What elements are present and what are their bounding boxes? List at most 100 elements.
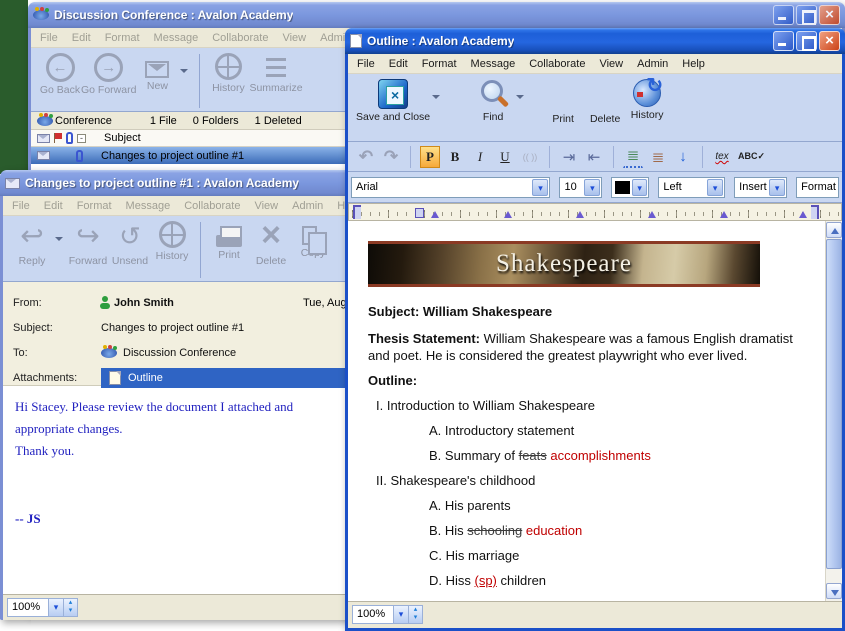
menu-item-format[interactable]: Format — [77, 200, 112, 212]
toolbar-copy-button[interactable]: Copy — [292, 221, 334, 259]
scroll-up-icon[interactable] — [826, 222, 842, 238]
redo-icon[interactable]: ↷ — [381, 146, 401, 168]
toolbar-summarize-button[interactable]: Summarize — [249, 53, 302, 94]
tab-stop[interactable] — [720, 211, 728, 218]
menu-item-file[interactable]: File — [357, 58, 375, 70]
tab-stop[interactable] — [431, 211, 439, 218]
toolbar-button-label: Print — [552, 113, 574, 125]
format-select[interactable]: Format — [796, 177, 839, 198]
plain-style-button[interactable]: P — [420, 146, 440, 168]
scrollbar-thumb[interactable] — [826, 239, 842, 569]
menu-item-message[interactable]: Message — [154, 32, 199, 44]
underline-button[interactable]: U — [495, 146, 515, 168]
menu-item-view[interactable]: View — [254, 200, 278, 212]
menu-item-admin[interactable]: Admin — [292, 200, 323, 212]
outline-text: A. His parents — [429, 498, 511, 513]
zoom-control[interactable]: 100% ▾ ▴▾ — [7, 598, 78, 617]
vertical-scrollbar[interactable] — [825, 221, 842, 601]
maximize-button[interactable] — [796, 31, 817, 51]
close-button[interactable] — [819, 5, 840, 25]
subject-column-label[interactable]: Subject — [104, 132, 141, 144]
menu-item-message[interactable]: Message — [471, 58, 516, 70]
left-margin-marker[interactable] — [353, 205, 361, 219]
tab-stop[interactable] — [799, 211, 807, 218]
font-size-select[interactable]: 10 ▾ — [559, 177, 602, 198]
insert-select[interactable]: Insert ▾ — [734, 177, 787, 198]
dropdown-arrow-icon[interactable] — [516, 95, 524, 99]
menu-item-message[interactable]: Message — [126, 200, 171, 212]
zoom-dropdown-icon[interactable]: ▾ — [393, 606, 408, 623]
menu-item-file[interactable]: File — [40, 32, 58, 44]
document-editor[interactable]: Shakespeare Subject: William Shakespeare… — [348, 221, 825, 601]
toolbar-print-button[interactable]: Print — [542, 79, 584, 125]
font-family-select[interactable]: Arial ▾ — [351, 177, 550, 198]
dropdown-arrow-icon[interactable] — [432, 95, 440, 99]
attachment-item[interactable]: Outline — [101, 368, 363, 388]
toolbar-history-button[interactable]: History — [151, 221, 193, 262]
outline-title-bar[interactable]: Outline : Avalon Academy — [345, 28, 845, 54]
undo-icon[interactable]: ↶ — [356, 146, 376, 168]
toolbar-unsend-button[interactable]: Unsend — [109, 221, 151, 267]
field-value: Discussion Conference — [101, 347, 236, 359]
field-value[interactable]: Outline — [101, 368, 363, 388]
toolbar-forward-button[interactable]: Forward — [67, 221, 109, 267]
menu-item-admin[interactable]: Admin — [637, 58, 668, 70]
tab-stop[interactable] — [504, 211, 512, 218]
menu-item-collaborate[interactable]: Collaborate — [184, 200, 240, 212]
accept-changes-icon[interactable]: ≣ — [648, 146, 668, 168]
minimize-button[interactable] — [773, 31, 794, 51]
right-margin-marker[interactable] — [811, 205, 819, 219]
indent-icon[interactable]: ⇥ — [559, 146, 579, 168]
menu-item-help[interactable]: Help — [682, 58, 705, 70]
zoom-control[interactable]: 100% ▾ ▴▾ — [352, 605, 423, 624]
italic-button[interactable]: I — [470, 146, 490, 168]
toolbar-history-button[interactable]: History — [207, 53, 249, 94]
toolbar-print-button[interactable]: Print — [208, 221, 250, 261]
menu-item-edit[interactable]: Edit — [44, 200, 63, 212]
close-button[interactable] — [819, 31, 840, 51]
toolbar-delete-button[interactable]: Delete — [250, 221, 292, 267]
toolbar-save-and-close-button[interactable]: Save and Close — [356, 79, 430, 123]
tab-stop[interactable] — [648, 211, 656, 218]
toolbar-new-button[interactable]: New — [136, 53, 178, 92]
menu-item-edit[interactable]: Edit — [72, 32, 91, 44]
menu-item-view[interactable]: View — [599, 58, 623, 70]
toolbar-go-forward-button[interactable]: Go Forward — [81, 53, 136, 96]
align-select[interactable]: Left ▾ — [658, 177, 725, 198]
menu-item-file[interactable]: File — [12, 200, 30, 212]
spellcheck-as-you-type-icon[interactable] — [712, 146, 732, 168]
ruler[interactable] — [348, 203, 842, 221]
toolbar-history-button[interactable]: History — [626, 79, 668, 121]
menu-item-format[interactable]: Format — [422, 58, 457, 70]
menu-item-format[interactable]: Format — [105, 32, 140, 44]
tab-stop[interactable] — [576, 211, 584, 218]
outline-text: I. Introduction to William Shakespeare — [376, 398, 595, 413]
toolbar-go-back-button[interactable]: Go Back — [39, 53, 81, 96]
toolbar-find-button[interactable]: Find — [472, 79, 514, 123]
discussion-title-bar[interactable]: Discussion Conference : Avalon Academy — [28, 2, 845, 28]
toolbar-reply-button[interactable]: Reply — [11, 221, 53, 267]
toolbar-separator — [200, 222, 201, 278]
indent-marker[interactable] — [415, 208, 424, 218]
spellcheck-icon[interactable] — [737, 146, 766, 168]
quote-style-icon[interactable]: (( )) — [520, 146, 540, 168]
menu-item-collaborate[interactable]: Collaborate — [529, 58, 585, 70]
outdent-icon[interactable]: ⇤ — [584, 146, 604, 168]
bold-button[interactable]: B — [445, 146, 465, 168]
toolbar-delete-button[interactable]: Delete — [584, 79, 626, 125]
track-changes-icon[interactable]: ≣ — [623, 146, 643, 168]
minimize-button[interactable] — [773, 5, 794, 25]
menu-item-view[interactable]: View — [282, 32, 306, 44]
maximize-button[interactable] — [796, 5, 817, 25]
menu-item-collaborate[interactable]: Collaborate — [212, 32, 268, 44]
scroll-down-icon[interactable] — [826, 583, 842, 599]
dropdown-arrow-icon[interactable] — [180, 69, 188, 73]
zoom-spinner[interactable]: ▴▾ — [408, 606, 422, 623]
font-color-select[interactable]: ▾ — [611, 177, 649, 198]
zoom-dropdown-icon[interactable]: ▾ — [48, 599, 63, 616]
zoom-spinner[interactable]: ▴▾ — [63, 599, 77, 616]
dropdown-arrow-icon[interactable] — [55, 237, 63, 241]
move-down-icon[interactable]: ↓ — [673, 146, 693, 168]
collapse-icon[interactable]: - — [77, 134, 86, 143]
menu-item-edit[interactable]: Edit — [389, 58, 408, 70]
